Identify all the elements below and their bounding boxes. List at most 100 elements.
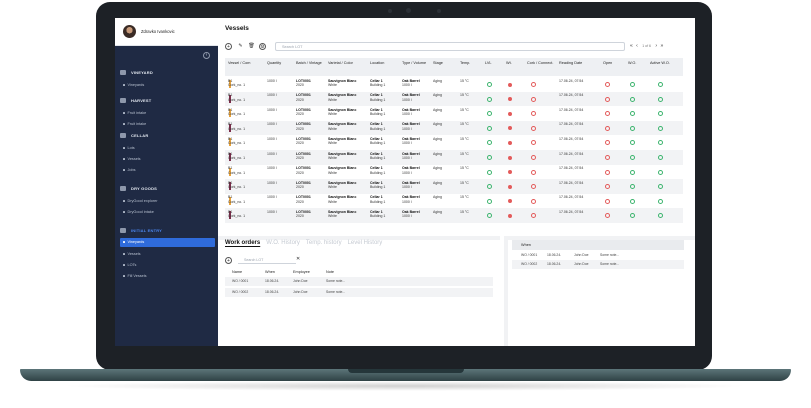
work-order-search-input[interactable]: Search LOT [238,256,296,264]
stage-cell: Aging [433,79,442,83]
batch-cell-primary: LOT0001 [296,209,311,214]
stage-cell: Aging [433,210,442,214]
add-icon[interactable]: + [225,43,232,50]
search-input[interactable]: Search LOT [275,42,625,51]
weight-alert-icon [508,140,512,145]
open-status-icon [605,140,610,146]
edit-pencil-icon[interactable]: ✎ [237,43,244,50]
table-row[interactable]: B1 Cork_no. 1 1000 l LOT0001 2020 Sauvignon B… [225,106,683,121]
table-row[interactable]: B1 Cork_no. 1 1000 l LOT0001 2020 Sauvignon B… [225,91,683,107]
quantity-cell-primary: 1000 l [267,180,277,185]
vessel-cell-primary: B1 [228,209,233,214]
active-work-order-icon [658,184,663,190]
reading-date-cell-primary: 17.06.24, 07:54 [559,107,584,112]
column-header: Type / Volume [402,61,427,65]
temp-cell-primary: 15 °C [460,180,469,185]
prev-page-icon[interactable]: ‹ [636,43,638,49]
user-name: Zdravko Ivankovic [141,29,175,34]
sidebar-item-drygood-explorer[interactable]: DryGood explorer [123,199,157,203]
temp-cell-primary: 15 °C [460,166,469,171]
table-row[interactable]: B1 Cork_no. 1 1000 l LOT0001 2020 Sauvignon B… [225,150,683,165]
tab-temp-history[interactable]: Temp. history [306,240,342,246]
open-status-icon [605,198,610,204]
batch-cell-primary: LOT0001 [296,107,311,112]
detail-name: WO / 0001 [521,253,538,257]
reading-date-cell-primary: 17.06.24, 07:54 [559,195,584,200]
type-cell-primary: Oak Barrel [402,136,420,141]
type-cell-secondary: 1000 l [402,185,412,190]
tab-level-history[interactable]: Level History [348,240,383,246]
temp-cell-primary: 15 °C [460,151,469,156]
stage-cell: Aging [433,137,442,141]
quantity-cell: 1000 l [267,79,277,83]
work-order-row[interactable]: WO / 0001 18.06.24. John Doe Some note... [225,277,493,286]
temp-cell: 15 °C [460,137,469,141]
sidebar-item-fill-vessels[interactable]: Fill Vessels [123,274,147,278]
sidebar-item-lots[interactable]: LOTs [123,263,136,267]
settings-gear-icon[interactable]: ⚙ [259,43,266,50]
tab-work-orders[interactable]: Work orders [225,240,260,246]
first-page-icon[interactable]: « [630,43,633,49]
table-row[interactable]: B1 Cork_no. 1 1000 l LOT0001 2020 Sauvignon B… [225,194,683,209]
table-row[interactable]: B1 Cork_no. 1 1000 l LOT0001 2020 Sauvignon B… [225,208,683,223]
vessel-cell: B1 Cork_no. 1 [228,122,245,131]
quantity-cell-primary: 1000 l [267,107,277,112]
work-order-note: Some note... [326,290,346,294]
reading-date-cell: 17.06.24, 07:54 [559,79,583,83]
location-cell-primary: Cellar 1 [370,166,383,171]
reading-date-cell-primary: 17.06.24, 07:54 [559,151,584,156]
sidebar-item-vineyards[interactable]: Vineyards [123,83,144,87]
location-cell-primary: Cellar 1 [370,209,383,214]
collapse-sidebar-icon[interactable]: ‹ [203,52,210,59]
tab-w-o-history[interactable]: W.O. History [266,240,300,246]
work-order-emp: John Doe [293,279,308,283]
batch-cell: LOT0001 2020 [296,93,311,102]
table-row[interactable]: B1 Cork_no. 1 1000 l LOT0001 2020 Sauvignon B… [225,120,683,136]
varietal-cell-primary: Sauvignon Blanc [328,136,357,141]
delete-trash-icon[interactable]: 🗑 [248,43,255,50]
open-status-icon [605,169,610,175]
bullet-icon [123,241,125,243]
next-page-icon[interactable]: › [655,43,657,49]
section-icon [120,98,126,103]
varietal-cell: Sauvignon Blanc White [328,195,356,204]
sidebar-item-vineyards[interactable]: Vineyards [120,238,215,247]
detail-row[interactable]: WO / 0002 18.06.24. John Doe Some note... [512,260,684,269]
bullet-icon [123,147,125,149]
clear-search-icon[interactable]: ✕ [296,256,300,262]
work-order-when: 18.06.24. [265,279,280,283]
user-profile[interactable]: Zdravko Ivankovic [115,18,218,46]
table-row[interactable]: B1 Cork_no. 1 1000 l LOT0001 2020 Sauvignon B… [225,165,683,180]
work-order-row[interactable]: WO / 0002 18.06.24. John Doe Some note... [225,288,493,297]
cork-status-icon [531,155,536,160]
active-work-order-icon [658,111,663,117]
table-row[interactable]: B1 Cork_no. 1 1000 l LOT0001 2020 Sauvignon B… [225,77,683,92]
sidebar-item-fruit-intake[interactable]: Fruit intake [123,111,146,115]
bullet-icon [123,264,125,266]
sidebar-item-vessels[interactable]: Vessels [123,252,141,256]
vessel-cell-primary: B1 [228,78,233,83]
column-header: Batch / Vintage [296,61,322,65]
work-order-status-icon [630,169,635,175]
sidebar-item-jobs[interactable]: Jobs [123,168,136,172]
location-cell-primary: Cellar 1 [370,151,383,156]
sidebar-item-lots[interactable]: Lots [123,146,135,150]
table-row[interactable]: B1 Cork_no. 1 1000 l LOT0001 2020 Sauvignon B… [225,135,683,150]
bullet-icon [123,253,125,255]
sidebar-item-fruit-intake[interactable]: Fruit intake [123,122,146,126]
active-work-order-icon [658,140,663,146]
quantity-cell: 1000 l [267,166,277,170]
sidebar-item-vessels[interactable]: Vessels [123,157,141,161]
work-order-status-icon [630,82,635,87]
table-row[interactable]: B1 Cork_no. 1 1000 l LOT0001 2020 Sauvignon B… [225,179,683,194]
location-cell: Cellar 1 Building 1 [370,195,385,204]
add-work-order-icon[interactable]: + [225,257,232,264]
last-page-icon[interactable]: » [660,43,663,49]
sidebar-item-drygood-intake[interactable]: DryGood intake [123,210,154,214]
work-order-status-icon [630,198,635,204]
pagination[interactable]: « ‹ 1 of 6 › » [630,43,663,49]
cork-status-icon [531,82,536,87]
cork-status-icon [531,169,536,175]
detail-row[interactable]: WO / 0001 18.06.24. John Doe Some note... [512,251,684,260]
reading-date-cell: 17.06.24, 07:54 [559,93,583,97]
